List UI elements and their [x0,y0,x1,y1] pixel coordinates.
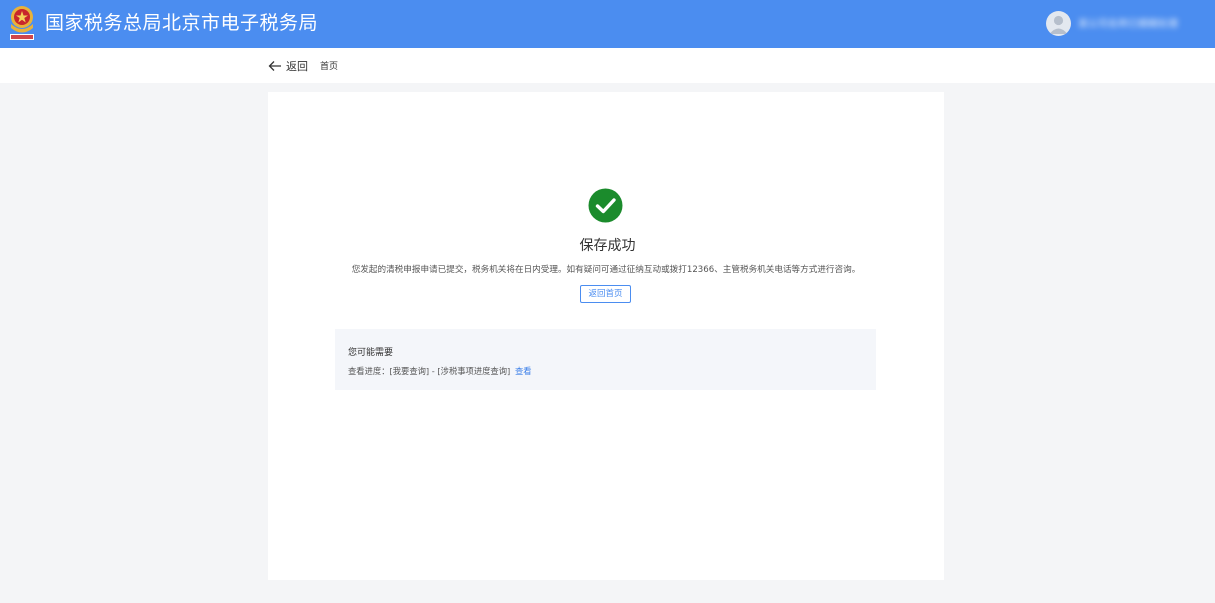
suggestion-view-link[interactable]: 查看 [515,365,532,377]
top-header: 国家税务总局北京市电子税务局 某公司名称已模糊处理 [0,0,1215,48]
result-description: 您发起的清税申报申请已提交，税务机关将在日内受理。如有疑问可通过征纳互动或拨打1… [351,265,861,275]
tax-emblem-icon [10,6,34,40]
back-button[interactable]: 返回 [268,58,308,74]
user-avatar-icon[interactable] [1046,11,1071,36]
sub-navigation-bar [0,48,1215,83]
return-home-button[interactable]: 返回首页 [580,285,631,303]
suggestion-item-text: 查看进度：[我要查询] - [涉税事项进度查询] [348,366,511,376]
back-label: 返回 [286,60,308,73]
result-title: 保存成功 [579,238,636,254]
check-circle-icon [588,188,623,223]
suggestions-title: 您可能需要 [348,348,394,358]
suggestions-panel [335,329,876,390]
arrow-left-icon [268,61,281,71]
site-title: 国家税务总局北京市电子税务局 [45,12,319,34]
user-name[interactable]: 某公司名称已模糊处理 [1078,15,1198,30]
breadcrumb-home[interactable]: 首页 [320,59,338,72]
